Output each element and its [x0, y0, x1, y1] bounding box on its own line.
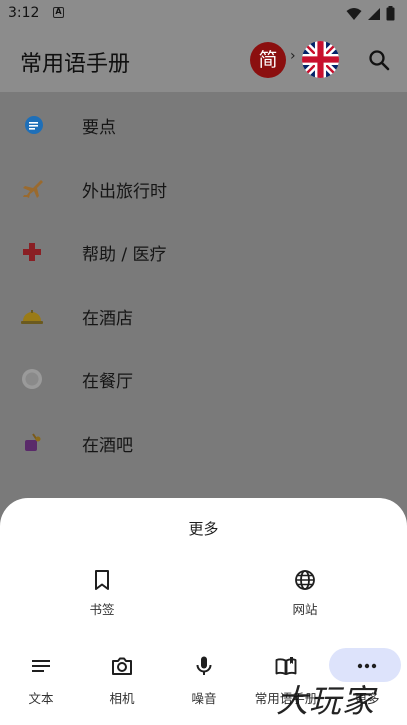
cocktail-icon: [25, 432, 41, 451]
status-bar: 3:12 A: [0, 0, 407, 28]
topic-list: 要点 外出旅行时 帮助 / 医疗 在酒店 在餐厅 在酒吧: [0, 92, 407, 473]
bookmark-button[interactable]: 书签: [62, 568, 142, 618]
topic-label: 在酒吧: [82, 435, 133, 456]
battery-icon: [386, 6, 395, 21]
topic-item[interactable]: 在餐厅: [0, 346, 407, 410]
topic-item[interactable]: 在酒吧: [0, 410, 407, 474]
bookmark-icon: [95, 570, 109, 590]
topic-item[interactable]: 在酒店: [0, 283, 407, 347]
topic-label: 在餐厅: [82, 372, 133, 392]
nav-item-camera[interactable]: 相机: [82, 648, 162, 707]
topic-label: 帮助 / 医疗: [82, 245, 167, 265]
status-icons: [346, 6, 395, 21]
uk-flag-icon: [302, 41, 339, 78]
search-icon[interactable]: [367, 48, 391, 72]
wifi-icon: [346, 7, 362, 20]
topic-label: 外出旅行时: [82, 181, 167, 202]
status-time: 3:12: [8, 5, 40, 21]
medical-cross-icon: [23, 243, 41, 261]
airplane-icon: [23, 179, 43, 198]
phrasebook-icon: [275, 657, 297, 675]
text-lines-icon: [32, 660, 50, 672]
nav-label: 噪音: [191, 691, 217, 706]
nav-item-text[interactable]: 文本: [1, 648, 81, 707]
topic-item[interactable]: 外出旅行时: [0, 156, 407, 220]
nav-item-voice[interactable]: 噪音: [164, 648, 244, 707]
topic-label: 在酒店: [82, 308, 133, 329]
app-bar: 常用语手册 简 ›: [0, 28, 407, 92]
nav-label: 相机: [109, 691, 135, 706]
page-title: 常用语手册: [20, 52, 131, 77]
microphone-icon: [196, 656, 212, 675]
topic-label: 要点: [82, 118, 116, 138]
notification-icon: A: [53, 7, 64, 18]
sheet-title: 更多: [188, 520, 219, 538]
more-horizontal-icon: [357, 663, 377, 669]
speech-bubble-icon: [25, 116, 43, 134]
globe-icon: [295, 570, 315, 590]
website-label: 网站: [292, 602, 318, 617]
nav-label: 文本: [28, 691, 54, 706]
language-arrow: ›: [290, 48, 296, 64]
plate-icon: [22, 369, 42, 389]
website-button[interactable]: 网站: [265, 568, 345, 618]
topic-item[interactable]: 要点: [0, 92, 407, 156]
bookmark-label: 书签: [89, 602, 115, 617]
source-language-button[interactable]: 简: [250, 42, 286, 78]
camera-icon: [112, 657, 132, 675]
topic-item[interactable]: 帮助 / 医疗: [0, 219, 407, 283]
target-language-button[interactable]: [302, 41, 339, 78]
service-bell-icon: [21, 309, 43, 324]
cell-signal-icon: [368, 7, 380, 20]
watermark: 大玩家: [276, 682, 376, 720]
